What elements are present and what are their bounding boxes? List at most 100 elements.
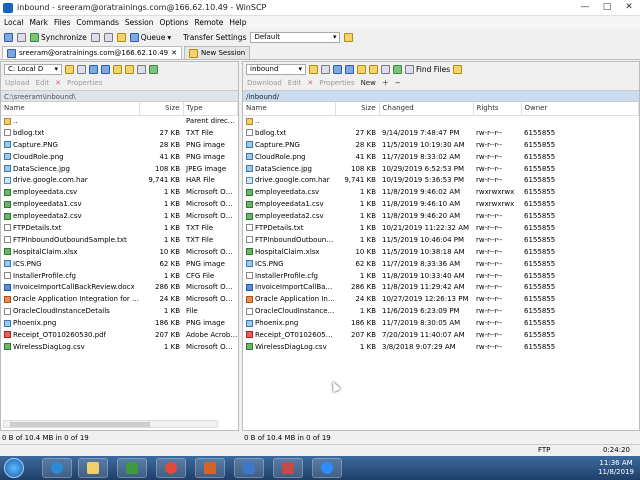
table-row[interactable]: DataScience.jpg 108 KB 10/29/2019 6:52:53 …: [243, 163, 639, 175]
local-hscrollbar[interactable]: [3, 420, 218, 428]
back-icon[interactable]: [333, 64, 342, 74]
root-dir-icon[interactable]: [369, 64, 378, 74]
tab-session-active[interactable]: sreeram@oratrainings.com@166.62.10.49 ✕: [2, 46, 182, 59]
table-row[interactable]: Capture.PNG 28 KB PNG image: [1, 139, 238, 151]
local-drive-select[interactable]: C: Local D ▾: [4, 63, 62, 75]
table-row[interactable]: ..: [243, 115, 639, 127]
refresh-icon[interactable]: [393, 64, 402, 74]
table-row[interactable]: InstallerProfile.cfg 1 KB 11/8/2019 10:33:…: [243, 270, 639, 282]
table-row[interactable]: Oracle Application Integration for S... 2…: [1, 293, 238, 305]
snipping-tool-button[interactable]: [273, 458, 303, 478]
table-row[interactable]: employeedata.csv 1 KB Microsoft Office: [1, 186, 238, 198]
system-clock[interactable]: 11:36 AM 11/8/2019: [598, 459, 634, 477]
delete-icon[interactable]: ✕: [55, 79, 61, 87]
table-row[interactable]: ICS.PNG 62 KB PNG image: [1, 258, 238, 270]
chrome-button[interactable]: [156, 458, 186, 478]
menu-commands[interactable]: Commands: [76, 18, 118, 27]
table-row[interactable]: WirelessDiagLog.csv 1 KB Microsoft Office: [1, 341, 238, 353]
close-button[interactable]: ✕: [618, 0, 640, 14]
download-button[interactable]: Download: [247, 79, 282, 87]
remote-properties-button[interactable]: Properties: [319, 79, 354, 87]
home-icon[interactable]: [137, 64, 146, 74]
synchronize-button[interactable]: Synchronize: [30, 32, 87, 42]
table-row[interactable]: drive.google.com.har 9,741 KB HAR File: [1, 174, 238, 186]
transfer-options-icon[interactable]: [344, 32, 354, 42]
local-scroll-thumb[interactable]: [10, 422, 150, 427]
table-row[interactable]: Phoenix.png 186 KB 11/7/2019 8:30:05 AM rw-…: [243, 317, 639, 329]
open-folder-icon[interactable]: [65, 64, 74, 74]
upload-button[interactable]: Upload: [5, 79, 30, 87]
root-dir-icon[interactable]: [125, 64, 134, 74]
start-button[interactable]: [4, 458, 24, 478]
terminal-icon[interactable]: [103, 32, 113, 42]
col-rights[interactable]: Rights: [473, 102, 522, 116]
table-row[interactable]: Receipt_OT010260530... 207 KB 7/20/2019 11…: [243, 329, 639, 341]
winscp-button[interactable]: [234, 458, 264, 478]
queue-button[interactable]: Queue ▾: [129, 32, 171, 42]
col-name[interactable]: Name: [243, 102, 336, 116]
filter-icon[interactable]: [77, 64, 86, 74]
settings-icon[interactable]: [116, 32, 126, 42]
explorer-button[interactable]: [78, 458, 108, 478]
menu-remote[interactable]: Remote: [194, 18, 223, 27]
forward-icon[interactable]: [101, 64, 110, 74]
table-row[interactable]: CloudRole.png 41 KB PNG image: [1, 151, 238, 163]
parent-dir-icon[interactable]: [113, 64, 122, 74]
local-edit-button[interactable]: Edit: [36, 79, 50, 87]
compare-icon[interactable]: [17, 32, 26, 42]
col-changed[interactable]: Changed: [379, 102, 474, 116]
table-row[interactable]: .. Parent directory: [1, 115, 238, 127]
table-row[interactable]: FTPDetails.txt 1 KB TXT File: [1, 222, 238, 234]
transfer-settings-select[interactable]: Default ▾: [250, 31, 341, 43]
forward-icon[interactable]: [345, 64, 354, 74]
parent-dir-icon[interactable]: [357, 64, 366, 74]
col-size[interactable]: Size: [139, 102, 184, 116]
back-icon[interactable]: [89, 64, 98, 74]
table-row[interactable]: employeedata1.csv 1 KB Microsoft Office: [1, 198, 238, 210]
table-row[interactable]: FTPDetails.txt 1 KB 10/21/2019 11:22:32 AM…: [243, 222, 639, 234]
open-folder-icon[interactable]: [309, 64, 318, 74]
menu-local[interactable]: Local: [4, 18, 23, 27]
menu-files[interactable]: Files: [54, 18, 70, 27]
minus-icon[interactable]: −: [395, 79, 401, 87]
minimize-button[interactable]: —: [574, 0, 596, 14]
col-owner[interactable]: Owner: [521, 102, 639, 116]
remote-folder-select[interactable]: inbound ▾: [246, 63, 306, 75]
col-type[interactable]: Type: [183, 102, 238, 116]
col-name[interactable]: Name: [1, 102, 140, 116]
add-icon[interactable]: [4, 32, 13, 42]
table-row[interactable]: FTPInboundOutbound... 1 KB 11/5/2019 10:46…: [243, 234, 639, 246]
table-row[interactable]: InvoiceImportCallBackReview.docx 286 KB Mi…: [1, 281, 238, 293]
home-icon[interactable]: [381, 64, 390, 74]
table-row[interactable]: FTPInboundOutboundSample.txt 1 KB TXT File: [1, 234, 238, 246]
table-row[interactable]: employeedata2.csv 1 KB Microsoft Office: [1, 210, 238, 222]
menu-help[interactable]: Help: [229, 18, 246, 27]
table-row[interactable]: DataScience.jpg 108 KB JPEG image: [1, 163, 238, 175]
table-row[interactable]: employeedata2.csv 1 KB 11/8/2019 9:46:20 A…: [243, 210, 639, 222]
table-row[interactable]: Oracle Application Int... 24 KB 10/27/2019…: [243, 293, 639, 305]
filter-icon[interactable]: [321, 64, 330, 74]
remote-edit-button[interactable]: Edit: [288, 79, 302, 87]
find-files-button[interactable]: Find Files: [405, 64, 450, 74]
plus-icon[interactable]: ＋: [382, 78, 389, 88]
console-icon[interactable]: [90, 32, 100, 42]
table-row[interactable]: InvoiceImportCallBac... 286 KB 11/8/2019 1…: [243, 281, 639, 293]
close-tab-icon[interactable]: ✕: [171, 49, 177, 57]
delete-icon[interactable]: ✕: [307, 79, 313, 87]
zoom-button[interactable]: [312, 458, 342, 478]
table-row[interactable]: bdlog.txt 27 KB 9/14/2019 7:48:47 PM rw-r--…: [243, 127, 639, 139]
col-size[interactable]: Size: [335, 102, 380, 116]
table-row[interactable]: HospitalClaim.xlsx 10 KB Microsoft Office: [1, 246, 238, 258]
menu-mark[interactable]: Mark: [29, 18, 48, 27]
table-row[interactable]: OracleCloudInstance... 1 KB 11/6/2019 6:23…: [243, 305, 639, 317]
powerpoint-button[interactable]: [195, 458, 225, 478]
table-row[interactable]: employeedata.csv 1 KB 11/8/2019 9:46:02 AM…: [243, 186, 639, 198]
menu-options[interactable]: Options: [160, 18, 189, 27]
ie-button[interactable]: [42, 458, 72, 478]
table-row[interactable]: drive.google.com.har 9,741 KB 10/19/2019 5…: [243, 174, 639, 186]
table-row[interactable]: HospitalClaim.xlsx 10 KB 11/5/2019 10:38:1…: [243, 246, 639, 258]
table-row[interactable]: Receipt_OT010260530.pdf 207 KB Adobe Acrob…: [1, 329, 238, 341]
table-row[interactable]: employeedata1.csv 1 KB 11/8/2019 9:46:10 A…: [243, 198, 639, 210]
tools-icon[interactable]: [453, 64, 463, 74]
refresh-icon[interactable]: [149, 64, 158, 74]
